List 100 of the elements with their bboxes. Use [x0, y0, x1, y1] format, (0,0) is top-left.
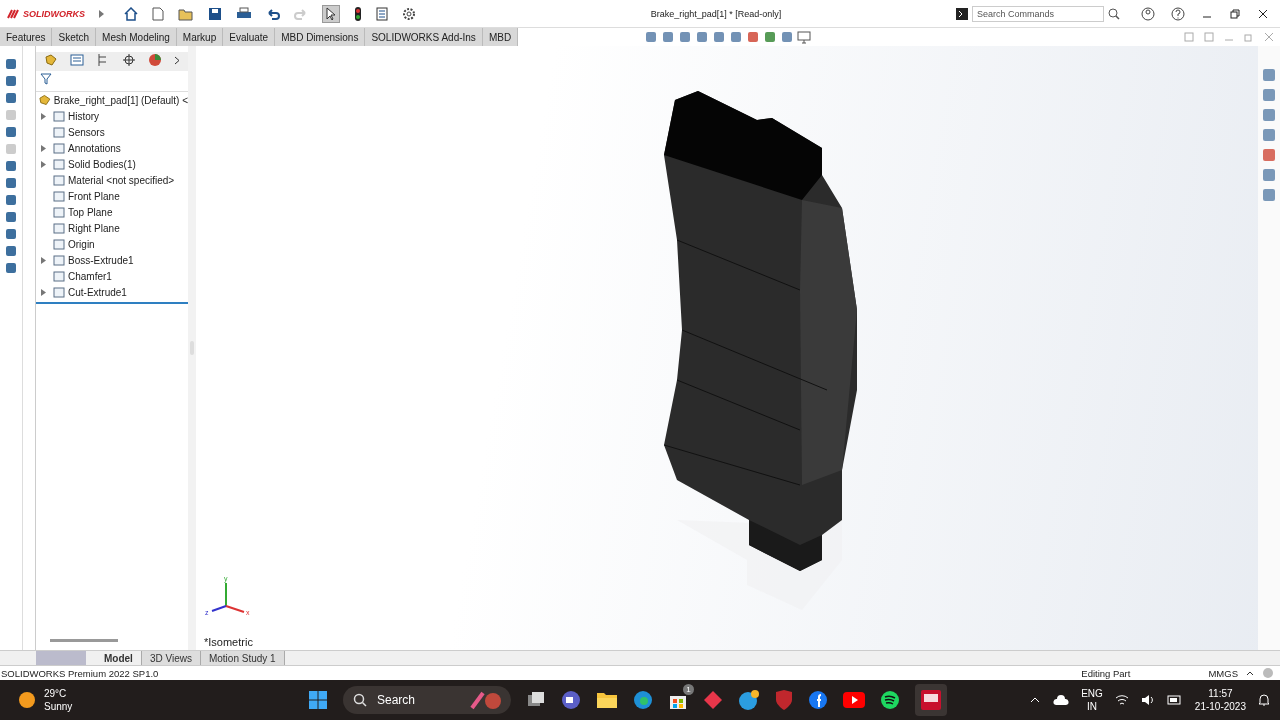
search-icon[interactable] [1108, 7, 1120, 20]
view-tool-icon[interactable] [712, 30, 727, 44]
crosshair-icon[interactable] [122, 53, 136, 67]
save-icon[interactable] [208, 6, 222, 21]
unit-system-button[interactable]: MMGS [1208, 667, 1238, 679]
video-call-icon[interactable] [561, 690, 581, 710]
tool-icon[interactable] [5, 194, 17, 206]
taskbar-search-field[interactable]: Search [343, 686, 511, 714]
command-tab[interactable]: Evaluate [223, 28, 276, 46]
select-pointer-icon[interactable] [322, 4, 340, 23]
tree-item[interactable]: Boss-Extrude1 [36, 252, 188, 268]
caret-icon[interactable] [1246, 669, 1254, 677]
battery-icon[interactable] [1166, 695, 1183, 705]
scrollbar-thumb[interactable] [50, 639, 118, 642]
view-tool-icon[interactable] [695, 30, 710, 44]
new-document-icon[interactable] [152, 6, 164, 21]
help-icon[interactable] [1171, 6, 1185, 21]
tool-icon[interactable] [5, 92, 17, 104]
language-indicator[interactable]: ENG IN [1081, 687, 1103, 713]
tool-icon[interactable] [5, 228, 17, 240]
folder-icon[interactable] [596, 690, 618, 710]
expand-arrow-icon[interactable] [99, 9, 104, 18]
tree-item[interactable]: Chamfer1 [36, 268, 188, 284]
social-f-icon[interactable] [808, 690, 828, 710]
command-tab[interactable]: Sketch [52, 28, 97, 46]
tool-icon[interactable] [5, 126, 17, 138]
filter-icon[interactable] [40, 73, 52, 85]
property-manager-tab-icon[interactable] [70, 53, 84, 67]
monitor-icon[interactable] [797, 30, 812, 44]
diamond-icon[interactable] [703, 690, 723, 710]
command-tab[interactable]: Markup [176, 28, 224, 46]
tool-icon[interactable] [5, 58, 17, 70]
wifi-icon[interactable] [1114, 694, 1129, 706]
shield-icon[interactable] [775, 690, 793, 710]
task-pane-icon[interactable] [1262, 168, 1276, 182]
command-tab[interactable]: Features [0, 28, 53, 46]
command-tab[interactable]: Mesh Modeling [96, 28, 177, 46]
tool-icon[interactable] [5, 75, 17, 87]
chevron-icon[interactable] [174, 55, 180, 65]
file-properties-icon[interactable] [376, 6, 388, 21]
clock[interactable]: 11:57 21-10-2023 [1194, 687, 1246, 713]
tool-icon[interactable] [5, 160, 17, 172]
tree-item[interactable]: Top Plane [36, 204, 188, 220]
tree-item[interactable]: Sensors [36, 124, 188, 140]
app-logo[interactable]: SOLIDWORKS [6, 7, 85, 20]
sun-icon[interactable] [18, 691, 36, 709]
view-tool-icon[interactable] [661, 30, 676, 44]
view-tool-icon[interactable] [678, 30, 693, 44]
open-folder-icon[interactable] [178, 6, 194, 21]
model-tab[interactable]: 3D Views [141, 651, 201, 665]
search-field[interactable]: Search Commands [972, 5, 1104, 22]
start-icon[interactable] [308, 690, 328, 710]
feature-icon [53, 174, 65, 186]
undo-icon[interactable] [266, 7, 280, 20]
cloud-icon[interactable] [1053, 694, 1070, 706]
feature-icon [53, 142, 65, 154]
print-icon[interactable] [236, 6, 252, 21]
task-pane-icon[interactable] [1262, 68, 1276, 82]
tree-item[interactable]: Front Plane [36, 188, 188, 204]
task-pane-icon[interactable] [1262, 88, 1276, 102]
tool-icon[interactable] [5, 211, 17, 223]
view-tool-icon[interactable] [780, 30, 795, 44]
browser-icon[interactable] [633, 690, 653, 710]
command-tab[interactable]: MBD Dimensions [275, 28, 366, 46]
settings-icon[interactable] [402, 6, 416, 21]
tool-icon[interactable] [5, 177, 17, 189]
task-pane-icon[interactable] [1262, 188, 1276, 202]
appearance-tab-icon[interactable] [148, 53, 162, 67]
view-tool-icon[interactable] [746, 30, 761, 44]
close-icon[interactable] [1257, 7, 1269, 20]
tree-item[interactable]: Annotations [36, 140, 188, 156]
music-app-icon[interactable] [880, 690, 900, 710]
tree-item[interactable]: Solid Bodies(1) [36, 156, 188, 172]
tree-item[interactable]: Origin [36, 236, 188, 252]
tree-item[interactable]: Cut-Extrude1 [36, 284, 188, 300]
command-tab[interactable]: MBD [482, 28, 519, 46]
feature-icon [53, 270, 65, 282]
tree-item[interactable]: Material <not specified> [36, 172, 188, 188]
play-video-icon[interactable] [843, 692, 865, 708]
tree-item[interactable]: History [36, 108, 188, 124]
task-pane-icon[interactable] [1262, 108, 1276, 122]
feature-icon [53, 286, 65, 298]
volume-icon[interactable] [1140, 694, 1155, 706]
tree-root-item[interactable]: Brake_right_pad[1] (Default) < [36, 92, 188, 108]
tree-item[interactable]: Right Plane [36, 220, 188, 236]
view-tool-icon[interactable] [763, 30, 778, 44]
tool-icon[interactable] [5, 262, 17, 274]
view-tool-icon[interactable] [644, 30, 659, 44]
command-tab[interactable]: SOLIDWORKS Add-Ins [365, 28, 483, 46]
model-tab[interactable]: Motion Study 1 [200, 651, 285, 665]
tool-icon[interactable] [5, 245, 17, 257]
user-account-icon[interactable] [1141, 6, 1155, 21]
task-pane-icon[interactable] [1262, 148, 1276, 162]
feature-manager-tab-icon[interactable] [44, 53, 58, 67]
restore-icon[interactable] [1229, 7, 1241, 20]
home-icon[interactable] [124, 6, 138, 21]
task-pane-icon[interactable] [1262, 128, 1276, 142]
bell-icon[interactable] [1258, 693, 1270, 707]
traffic-light-icon[interactable] [354, 6, 362, 21]
view-tool-icon[interactable] [729, 30, 744, 44]
